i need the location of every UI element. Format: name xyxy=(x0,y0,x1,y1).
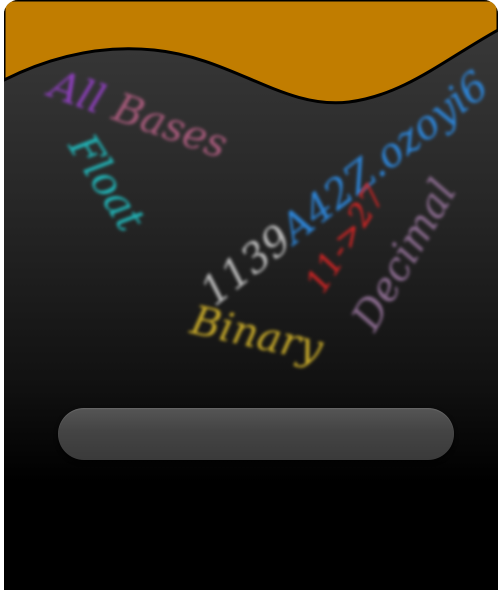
word-number-rest: A42Z.ozoyi6 xyxy=(272,62,498,253)
progress-bar[interactable] xyxy=(58,408,454,460)
app-panel: All Bases Float 1139A42Z.ozoyi6 11->27 D… xyxy=(4,0,498,590)
word-binary: Binary xyxy=(186,297,327,373)
word-float: Float xyxy=(59,126,154,240)
logo-word-cloud: All Bases Float 1139A42Z.ozoyi6 11->27 D… xyxy=(4,0,498,400)
